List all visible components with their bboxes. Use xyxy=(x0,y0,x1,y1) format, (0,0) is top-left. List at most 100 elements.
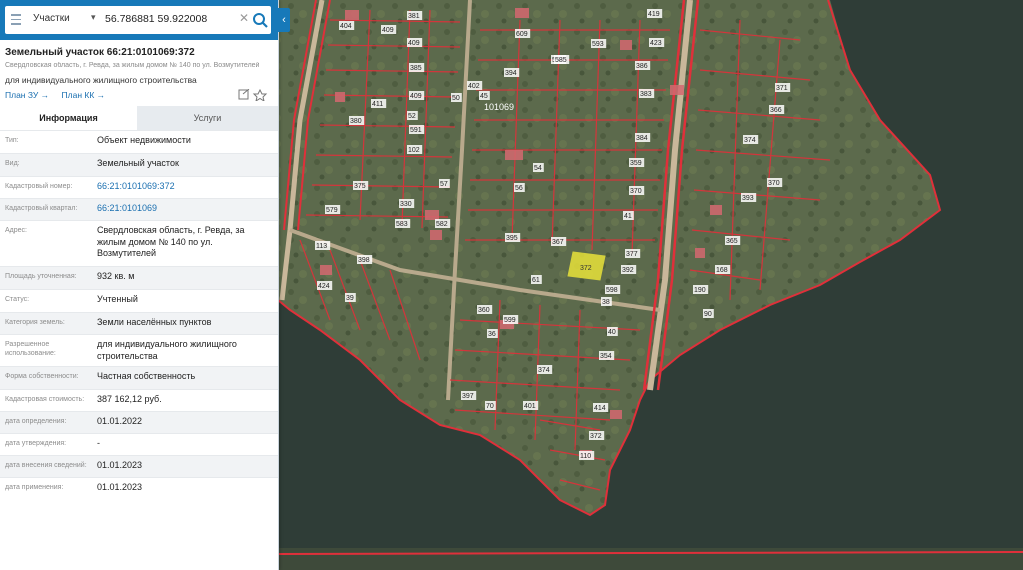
parcel-number[interactable]: 598 xyxy=(606,287,618,294)
info-row: Кадастровый номер: 66:21:0101069:372 xyxy=(0,176,278,199)
info-row: Категория земель: Земли населённых пункто… xyxy=(0,312,278,335)
parcel-number[interactable]: 392 xyxy=(622,267,634,274)
parcel-number[interactable]: 401 xyxy=(524,403,536,410)
info-row: Вид: Земельный участок xyxy=(0,153,278,177)
parcel-number[interactable]: 367 xyxy=(552,239,564,246)
panel-tabs: Информация Услуги xyxy=(0,106,278,132)
parcel-number[interactable]: 375 xyxy=(354,183,366,190)
parcel-title: Земельный участок 66:21:0101069:372 xyxy=(5,47,195,58)
menu-icon[interactable] xyxy=(11,14,21,26)
info-row-value[interactable]: 66:21:0101069 xyxy=(97,203,273,215)
parcel-number[interactable]: 168 xyxy=(716,267,728,274)
parcel-number[interactable]: 57 xyxy=(440,181,448,188)
layer-select[interactable]: Участки xyxy=(33,13,70,24)
info-row-value: Свердловская область, г. Ревда, за жилым… xyxy=(97,225,245,258)
parcel-number[interactable]: 419 xyxy=(648,11,660,18)
parcel-number[interactable]: 110 xyxy=(580,453,591,460)
info-panel: Участки ▾ 56.786881 59.922008 ✕ Земельны… xyxy=(0,0,279,570)
plan-zu-link[interactable]: План ЗУ → xyxy=(5,90,49,100)
parcel-number[interactable]: 395 xyxy=(506,235,518,242)
info-row-label: Тип: xyxy=(5,137,19,144)
parcel-number[interactable]: 599 xyxy=(504,317,516,324)
info-row-label: Адрес: xyxy=(5,227,27,234)
parcel-number[interactable]: 380 xyxy=(350,118,362,125)
parcel-number[interactable]: 365 xyxy=(726,238,738,245)
star-icon[interactable] xyxy=(252,88,268,103)
parcel-number[interactable]: 56 xyxy=(515,185,523,192)
parcel-number[interactable]: 393 xyxy=(742,195,754,202)
info-row-label: Кадастровый номер: xyxy=(5,183,73,190)
parcel-number[interactable]: 374 xyxy=(538,367,550,374)
collapse-panel-button[interactable]: ‹ xyxy=(278,8,290,32)
parcel-number[interactable]: 113 xyxy=(316,243,327,250)
parcel-number[interactable]: 409 xyxy=(410,93,422,100)
parcel-number[interactable]: 402 xyxy=(468,83,480,90)
parcel-number[interactable]: 45 xyxy=(480,93,488,100)
parcel-number[interactable]: 409 xyxy=(408,40,420,47)
parcel-number[interactable]: 609 xyxy=(516,31,528,38)
parcel-number[interactable]: 411 xyxy=(372,101,383,108)
info-row-value: 932 кв. м xyxy=(97,271,135,281)
plan-kk-link[interactable]: План КК → xyxy=(62,90,106,100)
parcel-number[interactable]: 50 xyxy=(452,95,460,102)
info-row-value[interactable]: 66:21:0101069:372 xyxy=(97,181,273,193)
search-input[interactable]: 56.786881 59.922008 xyxy=(105,13,207,25)
parcel-number[interactable]: 585 xyxy=(555,57,567,64)
parcel-number[interactable]: 366 xyxy=(770,107,782,114)
parcel-number[interactable]: 386 xyxy=(636,63,648,70)
tab-services[interactable]: Услуги xyxy=(137,106,278,130)
parcel-number[interactable]: 579 xyxy=(326,207,338,214)
parcel-number[interactable]: 383 xyxy=(640,91,652,98)
parcel-number[interactable]: 424 xyxy=(318,283,330,290)
parcel-number[interactable]: 359 xyxy=(630,160,642,167)
selected-parcel-label: 372 xyxy=(580,265,592,272)
info-row-value: 01.01.2023 xyxy=(97,460,143,470)
search-icon[interactable] xyxy=(251,10,269,30)
parcel-number[interactable]: 394 xyxy=(505,70,517,77)
info-row-value: Земли населённых пунктов xyxy=(97,317,212,327)
parcel-number[interactable]: 374 xyxy=(744,137,756,144)
parcel-number[interactable]: 370 xyxy=(630,188,642,195)
parcel-number[interactable]: 385 xyxy=(410,65,422,72)
parcel-number[interactable]: 52 xyxy=(408,113,416,120)
parcel-number[interactable]: 370 xyxy=(768,180,780,187)
parcel-number[interactable]: 36 xyxy=(488,331,496,338)
parcel-number[interactable]: 397 xyxy=(462,393,474,400)
parcel-number[interactable]: 381 xyxy=(408,13,420,20)
parcel-number[interactable]: 377 xyxy=(626,251,638,258)
parcel-number[interactable]: 90 xyxy=(704,311,712,318)
quarter-label: 101069 xyxy=(484,102,514,112)
parcel-number[interactable]: 40 xyxy=(608,329,616,336)
parcel-number[interactable]: 39 xyxy=(346,295,354,302)
parcel-number[interactable]: 414 xyxy=(594,405,606,412)
parcel-number[interactable]: 423 xyxy=(650,40,662,47)
parcel-number[interactable]: 190 xyxy=(694,287,706,294)
info-row: дата утверждения: - xyxy=(0,433,278,456)
parcel-number[interactable]: 54 xyxy=(534,165,542,172)
parcel-number[interactable]: 371 xyxy=(776,85,788,92)
parcel-number[interactable]: 61 xyxy=(532,277,540,284)
parcel-number[interactable]: 70 xyxy=(486,403,494,410)
clear-icon[interactable]: ✕ xyxy=(239,11,249,25)
parcel-number[interactable]: 41 xyxy=(624,213,632,220)
parcel-number[interactable]: 583 xyxy=(396,221,408,228)
parcel-number[interactable]: 354 xyxy=(600,353,612,360)
share-icon[interactable] xyxy=(238,88,250,100)
parcel-number[interactable]: 360 xyxy=(478,307,490,314)
info-row-value: Земельный участок xyxy=(97,158,179,168)
parcel-number[interactable]: 372 xyxy=(590,433,602,440)
parcel-number[interactable]: 398 xyxy=(358,257,370,264)
info-row-label: дата внесения сведений: xyxy=(5,462,87,469)
parcel-number[interactable]: 591 xyxy=(410,127,422,134)
parcel-number[interactable]: 409 xyxy=(382,27,394,34)
parcel-number[interactable]: 404 xyxy=(340,23,352,30)
parcel-number[interactable]: 102 xyxy=(408,147,420,154)
parcel-number[interactable]: 330 xyxy=(400,201,412,208)
parcel-number[interactable]: 582 xyxy=(436,221,448,228)
parcel-number[interactable]: 38 xyxy=(602,299,610,306)
info-row: Кадастровый квартал: 66:21:0101069 xyxy=(0,198,278,221)
parcel-number[interactable]: 384 xyxy=(636,135,648,142)
tab-information[interactable]: Информация xyxy=(0,106,137,132)
chevron-down-icon[interactable]: ▾ xyxy=(91,12,96,23)
parcel-number[interactable]: 593 xyxy=(592,41,604,48)
